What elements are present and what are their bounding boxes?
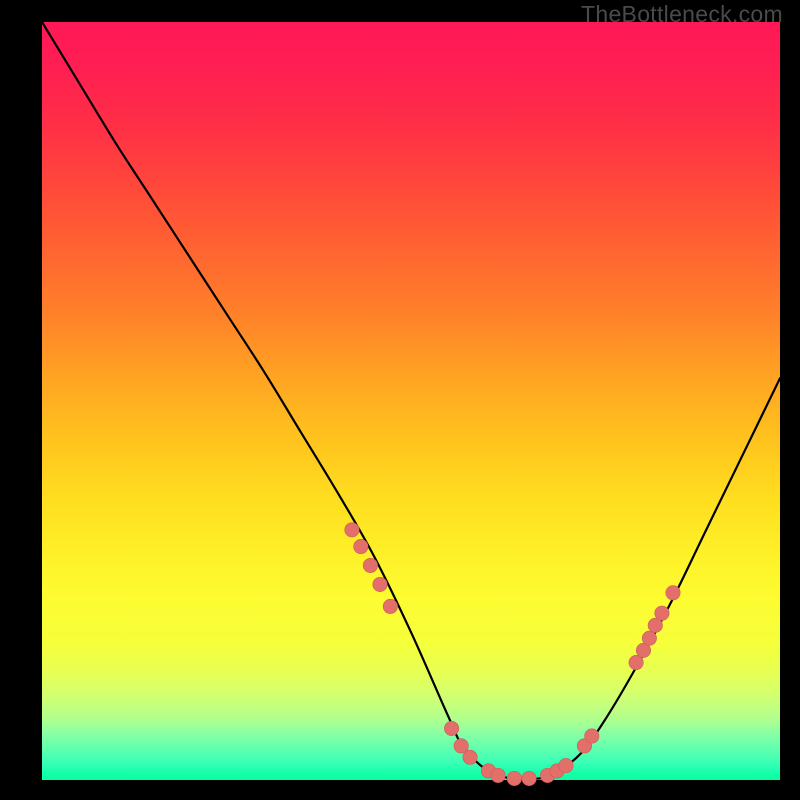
curve-marker xyxy=(345,523,359,537)
curve-marker xyxy=(585,729,599,743)
curve-marker xyxy=(655,606,669,620)
curve-marker xyxy=(383,599,397,613)
curve-marker xyxy=(642,631,656,645)
curve-marker xyxy=(373,577,387,591)
curve-marker xyxy=(559,758,573,772)
curve-marker xyxy=(522,771,536,785)
curve-marker xyxy=(491,768,505,782)
highlighted-segments xyxy=(345,523,680,786)
curve-marker xyxy=(444,721,458,735)
bottleneck-curve xyxy=(42,22,780,779)
curve-marker xyxy=(363,558,377,572)
plot-area xyxy=(42,22,780,780)
curve-marker xyxy=(463,750,477,764)
curve-marker xyxy=(666,586,680,600)
chart-svg xyxy=(42,22,780,780)
watermark-text: TheBottleneck.com xyxy=(581,1,783,28)
chart-frame: TheBottleneck.com xyxy=(0,0,800,800)
curve-marker xyxy=(354,539,368,553)
curve-marker xyxy=(507,771,521,785)
